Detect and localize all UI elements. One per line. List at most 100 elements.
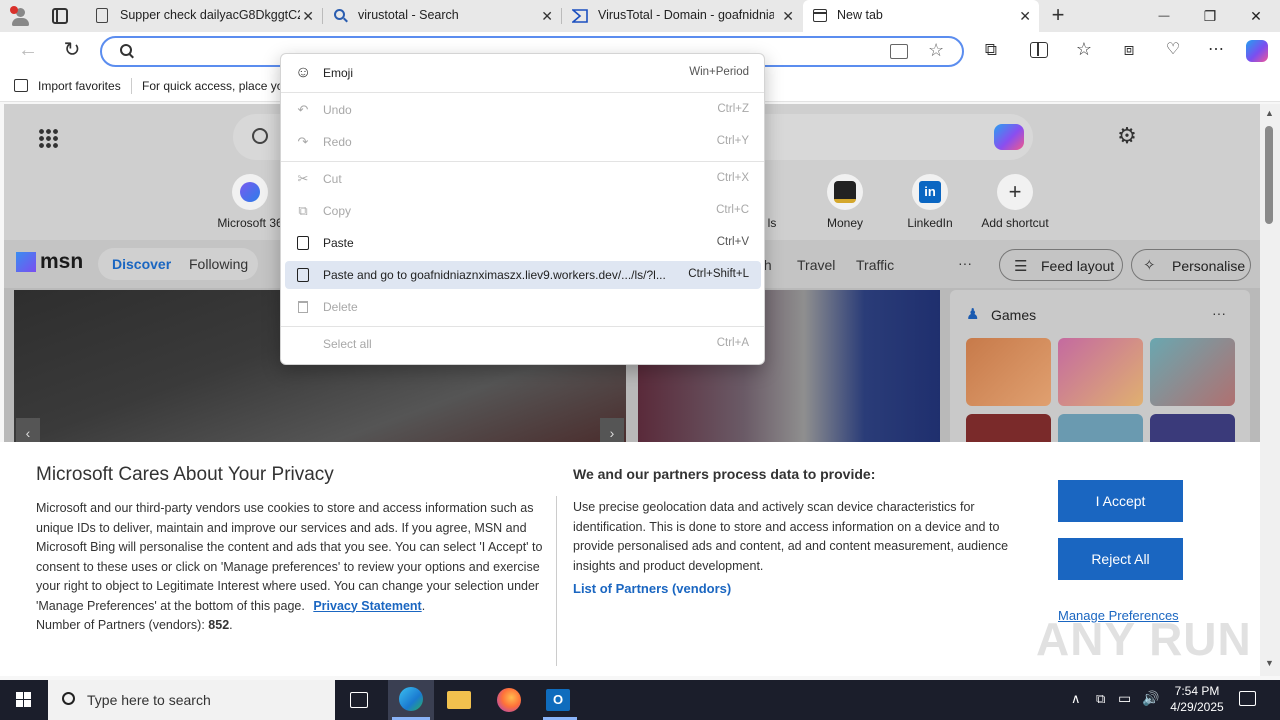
- privacy-statement-link[interactable]: Privacy Statement: [313, 599, 421, 613]
- show-hidden-icons[interactable]: ∧: [1071, 691, 1081, 707]
- game-thumbnail[interactable]: [1058, 338, 1143, 406]
- anyrun-watermark: ANY RUN: [1036, 613, 1252, 665]
- taskbar-search-placeholder: Type here to search: [87, 692, 211, 708]
- more-menu-icon[interactable]: ⋯: [1205, 39, 1227, 61]
- taskbar-search-box[interactable]: Type here to search: [48, 680, 335, 720]
- tab-actions-icon[interactable]: [52, 8, 68, 24]
- new-tab-button[interactable]: +: [1046, 3, 1070, 27]
- feed-layout-button[interactable]: ☰ Feed layout: [999, 249, 1123, 281]
- menu-item-label: Delete: [323, 300, 358, 314]
- msn-logo[interactable]: msn: [16, 250, 86, 276]
- menu-item-undo[interactable]: ↶ Undo Ctrl+Z: [285, 96, 761, 124]
- favorite-star-icon[interactable]: ☆: [928, 40, 944, 61]
- edge-taskbar-icon[interactable]: [388, 680, 434, 720]
- menu-separator: [281, 326, 764, 327]
- collections-icon[interactable]: ⧈: [1118, 39, 1140, 61]
- favorites-hint-text: For quick access, place yo: [142, 79, 284, 93]
- menu-item-paste-and-go[interactable]: Paste and go to goafnidniaznximaszx.liev…: [285, 261, 761, 289]
- tab-new-tab[interactable]: New tab ✕: [803, 0, 1039, 32]
- apps-launcher-icon[interactable]: [38, 128, 58, 148]
- close-window-button[interactable]: ✕: [1233, 0, 1279, 32]
- profile-avatar[interactable]: [10, 6, 32, 28]
- tab-title: New tab: [837, 8, 883, 22]
- tab-title: VirusTotal - Domain - goafnidnia: [598, 8, 774, 22]
- split-screen-icon[interactable]: [1030, 42, 1048, 58]
- document-icon: [96, 8, 108, 23]
- minimize-button[interactable]: —: [1141, 0, 1187, 32]
- menu-item-paste[interactable]: Paste Ctrl+V: [285, 229, 761, 257]
- tab-following[interactable]: Following: [189, 256, 248, 272]
- scroll-up-arrow[interactable]: ▲: [1265, 108, 1274, 118]
- back-button[interactable]: ←: [16, 38, 40, 62]
- maximize-button[interactable]: ❐: [1187, 0, 1233, 32]
- personalise-button[interactable]: ✧ Personalise: [1131, 249, 1251, 281]
- menu-item-cut[interactable]: ✂ Cut Ctrl+X: [285, 165, 761, 193]
- vendors-list-link[interactable]: List of Partners (vendors): [573, 581, 731, 596]
- import-favorites-link[interactable]: Import favorites: [38, 79, 121, 93]
- menu-item-select-all[interactable]: Select all Ctrl+A: [285, 330, 761, 358]
- purposes-title: We and our partners process data to prov…: [573, 466, 876, 482]
- menu-item-shortcut: Ctrl+Y: [716, 135, 749, 147]
- tab-virustotal-domain[interactable]: VirusTotal - Domain - goafnidnia ✕: [562, 0, 802, 32]
- menu-item-delete[interactable]: Delete: [285, 293, 761, 321]
- menu-item-redo[interactable]: ↷ Redo Ctrl+Y: [285, 128, 761, 156]
- outlook-icon[interactable]: O: [541, 680, 579, 720]
- tab-discover[interactable]: Discover: [112, 256, 171, 272]
- refresh-button[interactable]: ↻: [60, 38, 84, 62]
- system-tray-icon[interactable]: ⧉: [1096, 691, 1105, 707]
- settings-gear-icon[interactable]: ⚙: [1116, 125, 1138, 147]
- games-icon: ♟: [966, 306, 980, 323]
- menu-item-label: Redo: [323, 135, 352, 149]
- feed-tabs: Discover Following: [98, 248, 258, 280]
- clock[interactable]: 7:54 PM 4/29/2025: [1162, 683, 1232, 715]
- privacy-divider: [556, 496, 557, 666]
- browser-essentials-icon[interactable]: ♡: [1162, 39, 1184, 61]
- reject-all-button[interactable]: Reject All: [1058, 538, 1183, 580]
- shortcut-money[interactable]: Money: [805, 174, 885, 230]
- start-button[interactable]: [0, 680, 48, 720]
- tab-supper-check[interactable]: Supper check dailyacG8DkggtC2( ✕: [86, 0, 322, 32]
- game-thumbnail[interactable]: [1150, 338, 1235, 406]
- windows-taskbar: Type here to search O ∧ ⧉ ▭ 🔊 7:54 PM 4/…: [0, 680, 1280, 720]
- close-tab-icon[interactable]: ✕: [541, 8, 553, 24]
- network-icon[interactable]: ▭: [1118, 690, 1131, 707]
- feed-tab-travel[interactable]: Travel: [797, 257, 835, 273]
- shortcut-linkedin[interactable]: in LinkedIn: [890, 174, 970, 230]
- copilot-icon[interactable]: [1246, 40, 1268, 62]
- menu-item-copy[interactable]: ⧉ Copy Ctrl+C: [285, 197, 761, 225]
- redo-icon: ↷: [297, 134, 309, 149]
- accept-button[interactable]: I Accept: [1058, 480, 1183, 522]
- address-bar-context-menu: ☺ Emoji Win+Period ↶ Undo Ctrl+Z ↷ Redo …: [280, 53, 765, 365]
- feed-layout-label: Feed layout: [1041, 258, 1115, 274]
- more-options-icon[interactable]: ···: [958, 255, 972, 271]
- scroll-down-arrow[interactable]: ▼: [1265, 658, 1274, 668]
- game-thumbnail[interactable]: [966, 338, 1051, 406]
- search-icon-handle: [343, 17, 348, 23]
- favorites-icon[interactable]: ☆: [1073, 38, 1095, 60]
- close-tab-icon[interactable]: ✕: [782, 8, 794, 24]
- menu-item-label: Paste: [323, 236, 354, 250]
- tab-virustotal-search[interactable]: virustotal - Search ✕: [323, 0, 561, 32]
- shortcut-label: Money: [826, 216, 864, 230]
- menu-item-emoji[interactable]: ☺ Emoji Win+Period: [285, 59, 761, 87]
- task-view-icon[interactable]: [350, 692, 368, 708]
- privacy-body-text: Microsoft and our third-party vendors us…: [36, 501, 543, 613]
- file-explorer-icon[interactable]: [447, 691, 471, 709]
- shortcut-microsoft365[interactable]: Microsoft 36: [210, 174, 290, 230]
- menu-item-label: Select all: [323, 337, 372, 351]
- copilot-logo[interactable]: [994, 124, 1024, 150]
- immersive-reader-icon[interactable]: [890, 44, 908, 59]
- add-shortcut-button[interactable]: + Add shortcut: [975, 174, 1055, 230]
- page-scrollbar[interactable]: ▲ ▼: [1260, 104, 1280, 676]
- privacy-consent-dialog: Microsoft Cares About Your Privacy Micro…: [0, 442, 1260, 676]
- close-tab-icon[interactable]: ✕: [302, 8, 314, 24]
- firefox-icon[interactable]: [497, 688, 521, 712]
- feed-tab-traffic[interactable]: Traffic: [856, 257, 894, 273]
- games-more-icon[interactable]: ···: [1212, 305, 1226, 321]
- notifications-icon[interactable]: [1239, 691, 1256, 706]
- partners-count: 852: [208, 618, 230, 632]
- volume-icon[interactable]: 🔊: [1142, 690, 1159, 707]
- close-tab-icon[interactable]: ✕: [1019, 8, 1031, 24]
- extensions-icon[interactable]: ⧉: [980, 39, 1002, 61]
- scrollbar-thumb[interactable]: [1265, 126, 1273, 224]
